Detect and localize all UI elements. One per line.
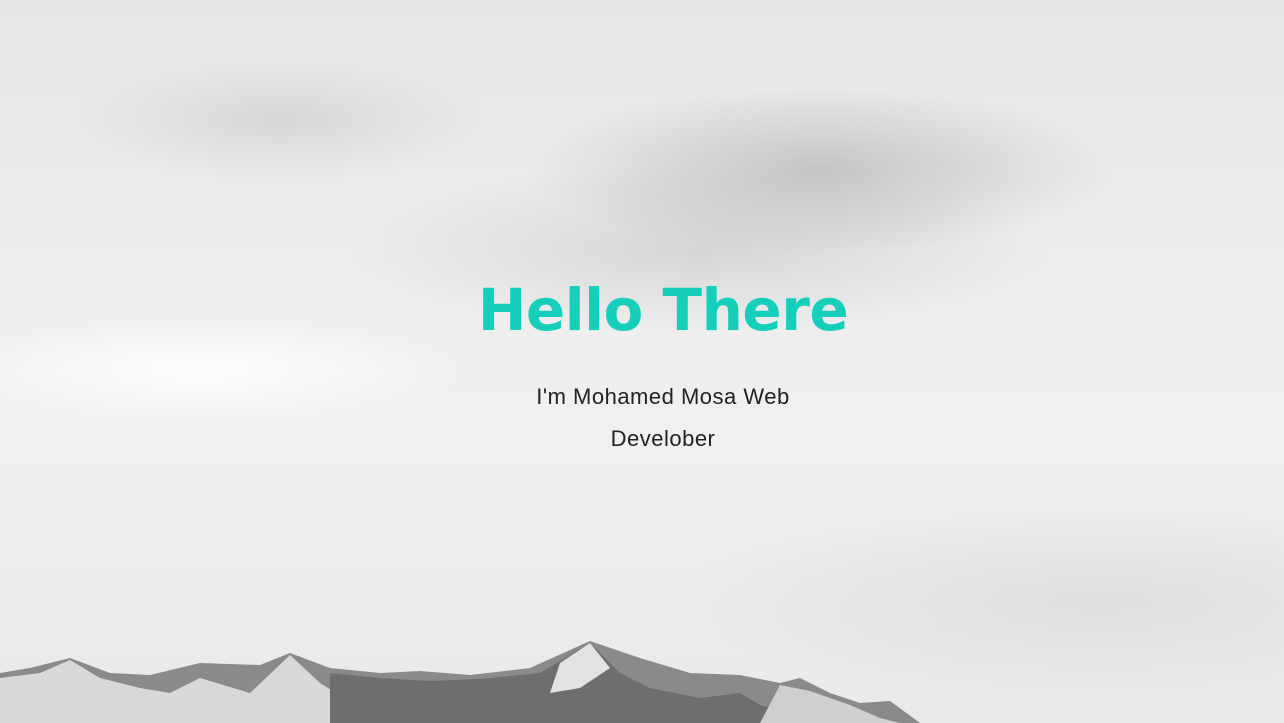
hero-title: Hello There bbox=[477, 276, 849, 344]
mountains-image bbox=[0, 641, 920, 723]
hero-section: Hello There I'm Mohamed Mosa Web Develob… bbox=[0, 0, 1284, 723]
hero-content: Hello There I'm Mohamed Mosa Web Develob… bbox=[0, 270, 1284, 460]
hero-subtitle: I'm Mohamed Mosa Web Develober bbox=[536, 384, 790, 451]
